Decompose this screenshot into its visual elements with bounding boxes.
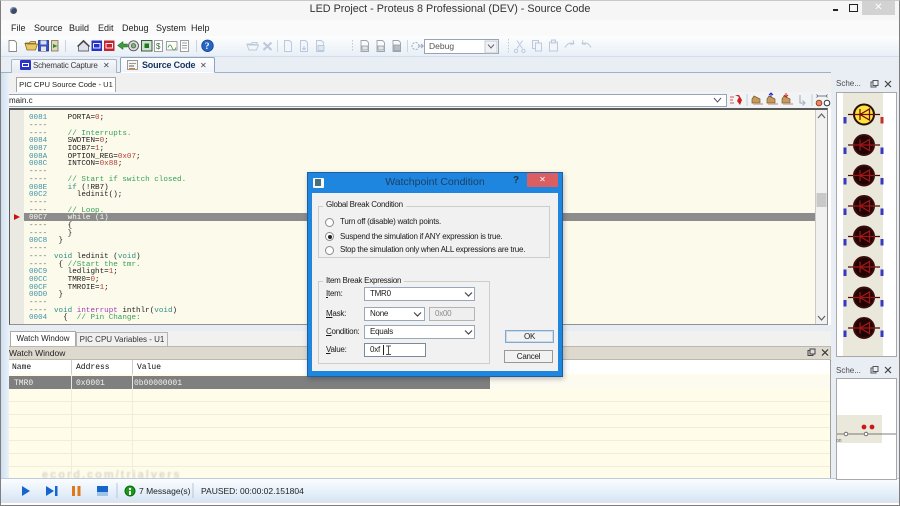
svg-text:Debug: Debug	[429, 41, 454, 51]
svg-text:7 Message(s): 7 Message(s)	[139, 486, 191, 496]
svg-text:PAUSED: 00:00:02.151804: PAUSED: 00:00:02.151804	[201, 486, 304, 496]
svg-text:?: ?	[205, 42, 210, 52]
svg-text:on: on	[836, 438, 842, 444]
svg-text:$: $	[156, 42, 161, 51]
